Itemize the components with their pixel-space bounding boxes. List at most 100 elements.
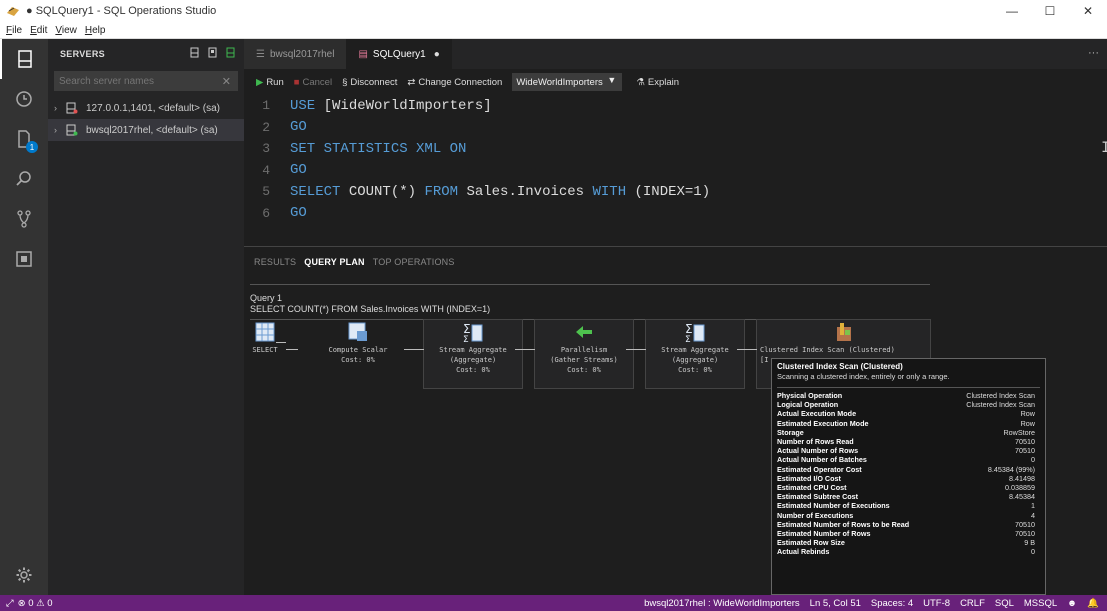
- tooltip-row: Number of Executions 4: [772, 510, 1045, 520]
- more-actions-icon[interactable]: ···: [1088, 47, 1099, 59]
- code-line[interactable]: 6 GO: [244, 203, 1107, 225]
- code-editor[interactable]: 1 USE [WideWorldImporters] 2 GO 3 SET STATIST…: [244, 95, 1107, 245]
- tab-bwsql2017rhel[interactable]: ☰ bwsql2017rhel: [244, 39, 347, 69]
- property-value: 0.038859: [1005, 482, 1035, 492]
- explorer-badge: 1: [26, 141, 38, 153]
- settings-gear-icon[interactable]: [0, 555, 48, 595]
- database-select[interactable]: WideWorldImporters ▼: [512, 73, 623, 91]
- status-connection[interactable]: bwsql2017rhel : WideWorldImporters: [644, 598, 800, 609]
- table-icon: [254, 321, 276, 343]
- new-group-icon[interactable]: [208, 47, 218, 60]
- node-sublabel: (Aggregate): [671, 356, 719, 364]
- property-value: 0: [1031, 455, 1035, 465]
- chevron-right-icon[interactable]: ›: [54, 103, 66, 113]
- code-line[interactable]: 2 GO: [244, 117, 1107, 139]
- change-connection-button[interactable]: ⇄ Change Connection: [407, 77, 502, 88]
- smiley-icon[interactable]: ☻: [1067, 598, 1077, 609]
- minimize-button[interactable]: —: [993, 0, 1031, 22]
- chevron-right-icon[interactable]: ›: [54, 125, 66, 135]
- sql-keyword: GO: [290, 162, 307, 179]
- node-label: Parallelism: [560, 346, 608, 354]
- sql-identifier: (INDEX=1): [634, 183, 711, 200]
- bell-icon[interactable]: 🔔: [1087, 598, 1099, 609]
- sql-keyword: GO: [290, 205, 307, 222]
- property-value: RowStore: [1003, 427, 1035, 437]
- tab-top-operations[interactable]: TOP OPERATIONS: [373, 257, 455, 267]
- run-button[interactable]: ▶ Run: [256, 77, 284, 88]
- property-name: Estimated Operator Cost: [777, 464, 862, 474]
- property-value: 9 B: [1024, 538, 1035, 548]
- servers-icon[interactable]: [0, 39, 48, 79]
- clustered-index-scan-icon: [833, 321, 855, 343]
- code-line[interactable]: 4 GO: [244, 160, 1107, 182]
- tooltip-row: Actual Execution Mode Row: [772, 409, 1045, 418]
- property-value: Row: [1020, 418, 1035, 428]
- tooltip-row: Estimated Number of Executions 1: [772, 501, 1045, 510]
- extensions-icon[interactable]: [0, 239, 48, 279]
- property-name: Number of Rows Read: [777, 437, 854, 447]
- plan-node-parallelism[interactable]: Parallelism (Gather Streams) Cost: 0%: [534, 321, 634, 375]
- explain-button[interactable]: ⚗ Explain: [636, 77, 679, 88]
- status-encoding[interactable]: UTF-8: [923, 598, 950, 609]
- clear-search-icon[interactable]: ✕: [222, 75, 231, 88]
- line-number: 5: [262, 184, 270, 200]
- status-spaces[interactable]: Spaces: 4: [871, 598, 913, 609]
- disconnect-button[interactable]: § Disconnect: [342, 77, 397, 88]
- line-number: 6: [262, 205, 270, 221]
- change-connection-label: Change Connection: [418, 76, 503, 88]
- line-number: 4: [262, 162, 270, 178]
- plan-node-stream-aggregate-2[interactable]: ΣΣ Stream Aggregate (Aggregate) Cost: 0%: [645, 321, 745, 375]
- status-position[interactable]: Ln 5, Col 51: [810, 598, 861, 609]
- menu-help[interactable]: Help: [85, 25, 106, 36]
- close-button[interactable]: ✕: [1069, 0, 1107, 22]
- remote-icon[interactable]: ⤢: [6, 598, 14, 609]
- maximize-button[interactable]: ☐: [1031, 0, 1069, 22]
- new-connection-icon[interactable]: [190, 47, 200, 60]
- explorer-icon[interactable]: 1: [0, 119, 48, 159]
- server-search-input[interactable]: [59, 75, 219, 87]
- source-control-icon[interactable]: [0, 199, 48, 239]
- status-language[interactable]: SQL: [995, 598, 1014, 609]
- problems-indicator[interactable]: ⊗ 0 ⚠ 0: [18, 598, 53, 609]
- status-provider[interactable]: MSSQL: [1024, 598, 1057, 609]
- disconnect-label: Disconnect: [350, 76, 398, 88]
- plan-node-stream-aggregate[interactable]: ΣΣ Stream Aggregate (Aggregate) Cost: 0%: [423, 321, 523, 375]
- explain-label: Explain: [647, 76, 680, 88]
- property-name: Estimated CPU Cost: [777, 482, 847, 492]
- tab-label: SQLQuery1: [372, 48, 426, 60]
- server-search-box: ✕: [54, 71, 238, 91]
- history-icon[interactable]: [0, 79, 48, 119]
- code-line[interactable]: 5 SELECT COUNT(*) FROM Sales.Invoices WIT…: [244, 181, 1107, 203]
- property-name: Estimated Row Size: [777, 538, 845, 548]
- cancel-button[interactable]: ■ Cancel: [294, 77, 332, 88]
- code-line[interactable]: 1 USE [WideWorldImporters]: [244, 95, 1107, 117]
- menu-file[interactable]: File: [6, 25, 22, 36]
- run-label: Run: [266, 76, 284, 88]
- tab-query-plan[interactable]: QUERY PLAN: [304, 257, 365, 267]
- menu-view[interactable]: View: [55, 25, 77, 36]
- node-sublabel: (Gather Streams): [550, 356, 618, 364]
- property-name: Estimated Number of Rows to be Read: [777, 519, 910, 529]
- server-item-localhost[interactable]: › 127.0.0.1,1401, <default> (sa): [48, 97, 244, 119]
- property-name: Physical Operation: [777, 391, 843, 401]
- code-line[interactable]: 3 SET STATISTICS XML ON: [244, 138, 1107, 160]
- unsaved-dot-icon[interactable]: ●: [434, 49, 440, 60]
- plan-node-select[interactable]: SELECT: [250, 321, 280, 355]
- server-item-bwsql2017rhel[interactable]: › bwsql2017rhel, <default> (sa): [48, 119, 244, 141]
- parallelism-arrow-icon: [573, 321, 595, 343]
- search-icon[interactable]: [0, 159, 48, 199]
- menu-edit[interactable]: Edit: [30, 25, 47, 36]
- tooltip-title: Clustered Index Scan (Clustered): [777, 362, 903, 371]
- aggregate-sigma-icon: ΣΣ: [684, 321, 706, 345]
- tab-sqlquery1[interactable]: ▤ SQLQuery1 ●: [346, 39, 452, 69]
- tab-results[interactable]: RESULTS: [254, 257, 296, 267]
- sql-keyword: GO: [290, 119, 307, 136]
- active-connections-icon[interactable]: [226, 47, 236, 60]
- tooltip-row: Estimated I/O Cost 8.41498: [772, 474, 1045, 483]
- property-name: Actual Execution Mode: [777, 409, 857, 419]
- plan-node-compute-scalar[interactable]: Compute Scalar Cost: 0%: [308, 321, 408, 365]
- sidebar-title: SERVERS: [60, 49, 105, 59]
- status-eol[interactable]: CRLF: [960, 598, 985, 609]
- tab-label: bwsql2017rhel: [269, 48, 335, 60]
- tooltip-properties: Physical Operation Clustered Index Scan Lo…: [772, 391, 1045, 556]
